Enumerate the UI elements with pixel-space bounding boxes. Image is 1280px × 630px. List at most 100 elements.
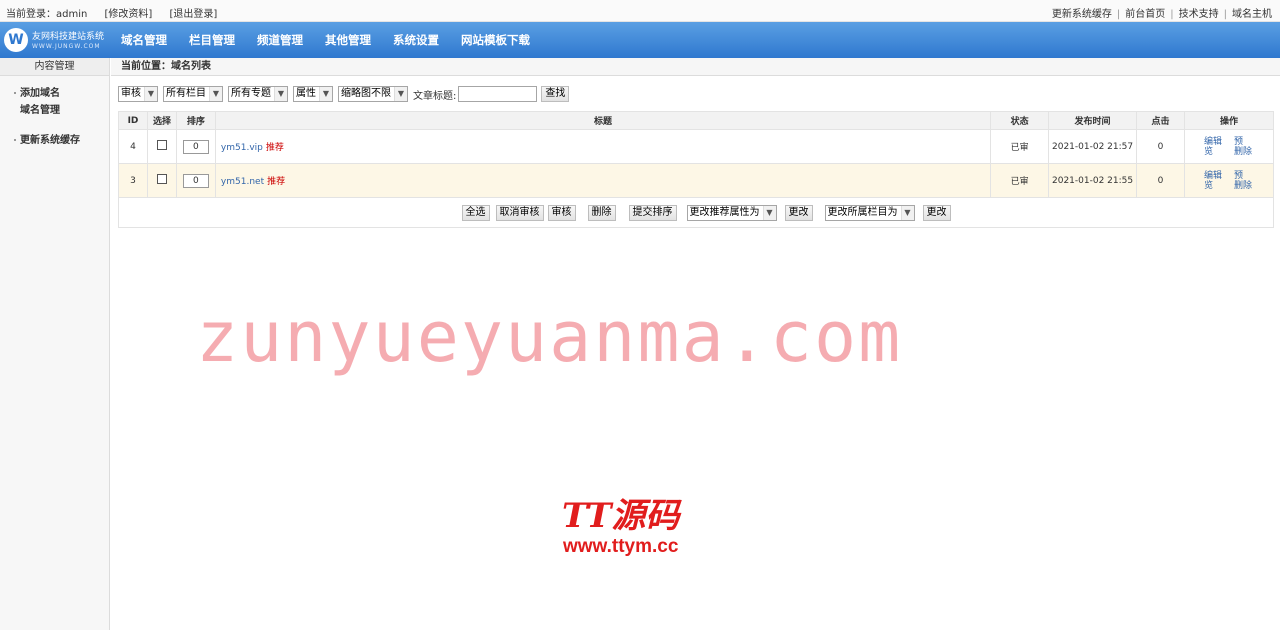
- change-column-select[interactable]: 更改所属栏目为 ▼: [824, 204, 915, 221]
- logo[interactable]: W 友网科技建站系统 WWW.JUNGW.COM: [4, 26, 108, 54]
- submit-order-button[interactable]: 提交排序: [628, 204, 677, 221]
- bullet-icon: [14, 92, 16, 94]
- tech-support-link[interactable]: 技术支持: [1179, 9, 1219, 20]
- column-header-status: 状态: [990, 111, 1050, 130]
- sidebar-item-add-domain[interactable]: 添加域名: [0, 87, 109, 106]
- row-checkbox[interactable]: [156, 140, 167, 150]
- title-search-input[interactable]: [458, 86, 538, 102]
- row-status: 已审: [990, 129, 1050, 164]
- domain-host-link[interactable]: 域名主机: [1232, 9, 1272, 20]
- row-actions-cell: 编辑 预 览 删除: [1183, 163, 1275, 198]
- delete-link[interactable]: 删除: [1234, 147, 1254, 157]
- change-attribute-button[interactable]: 更改: [784, 204, 813, 221]
- table-row: 3 0 ym51.net 推荐 已审 2021-01-02 21:55 0 编辑 …: [118, 163, 1275, 198]
- row-clicks: 0: [1136, 129, 1185, 164]
- delete-link[interactable]: 删除: [1234, 181, 1254, 191]
- watermark-url: www.ttym.cc: [562, 536, 679, 557]
- chevron-down-icon: ▼: [319, 87, 332, 101]
- separator: |: [1223, 9, 1227, 20]
- bullet-icon: [14, 139, 16, 141]
- nav-template-download[interactable]: 网站模板下载: [450, 22, 541, 58]
- row-title-cell: ym51.net 推荐: [214, 163, 992, 198]
- login-status: 当前登录：admin: [6, 9, 88, 20]
- topic-filter-select[interactable]: 所有专题 ▼: [228, 86, 288, 102]
- attribute-filter-select[interactable]: 属性 ▼: [293, 86, 333, 102]
- bulk-actions-cell: 全选 取消审核 审核 删除 提交排序 更改推荐属性为 ▼ 更改 更改所属栏目为 ▼ …: [118, 197, 1274, 228]
- row-title-cell: ym51.vip 推荐: [214, 129, 992, 164]
- search-button[interactable]: 查找: [541, 86, 570, 102]
- chevron-down-icon: ▼: [394, 87, 407, 101]
- column-header-time: 发布时间: [1048, 111, 1138, 130]
- edit-profile-link[interactable]: [修改资料]: [105, 9, 153, 20]
- chevron-down-icon: ▼: [274, 87, 287, 101]
- frontend-home-link[interactable]: 前台首页: [1125, 9, 1165, 20]
- edit-link[interactable]: 编辑: [1204, 171, 1234, 181]
- change-attribute-select[interactable]: 更改推荐属性为 ▼: [686, 204, 777, 221]
- row-id: 3: [118, 163, 148, 198]
- row-publish-time: 2021-01-02 21:57: [1048, 129, 1138, 164]
- breadcrumb: 当前位置：域名列表: [111, 58, 1280, 76]
- logo-name: 友网科技建站系统: [32, 32, 105, 42]
- main-nav: 域名管理 栏目管理 频道管理 其他管理 系统设置 网站模板下载: [110, 22, 541, 58]
- row-checkbox[interactable]: [156, 174, 167, 184]
- top-bar: 当前登录：admin [修改资料] [退出登录] 更新系统缓存 | 前台首页 | 技术支…: [0, 0, 1280, 22]
- watermark-logo: TT源码 www.ttym.cc: [562, 496, 679, 558]
- recommend-tag: 推荐: [265, 143, 284, 153]
- bulk-actions-row: 全选 取消审核 审核 删除 提交排序 更改推荐属性为 ▼ 更改 更改所属栏目为 ▼ …: [118, 197, 1274, 228]
- row-actions-cell: 编辑 预 览 删除: [1183, 129, 1275, 164]
- order-input[interactable]: 0: [182, 139, 209, 154]
- watermark-brand: TT源码: [562, 496, 680, 536]
- sidebar: 内容管理 添加域名 域名管理 更新系统缓存: [0, 58, 110, 630]
- column-header-clicks: 点击: [1136, 111, 1185, 130]
- separator: |: [1116, 9, 1121, 20]
- sidebar-title: 内容管理: [0, 58, 109, 76]
- row-order-cell: 0: [175, 129, 216, 164]
- column-filter-select[interactable]: 所有栏目 ▼: [163, 86, 223, 102]
- chevron-down-icon: ▼: [900, 205, 914, 220]
- edit-link[interactable]: 编辑: [1204, 137, 1234, 147]
- row-status: 已审: [990, 163, 1050, 198]
- chevron-down-icon: ▼: [144, 87, 157, 101]
- preview-link[interactable]: 预: [1234, 137, 1254, 147]
- cancel-review-button[interactable]: 取消审核: [495, 204, 544, 221]
- change-column-button[interactable]: 更改: [922, 204, 951, 221]
- row-select-cell: [146, 129, 177, 164]
- row-select-cell: [146, 163, 177, 198]
- preview-link[interactable]: 预: [1234, 171, 1254, 181]
- sidebar-item-domain-management[interactable]: 域名管理: [0, 106, 109, 125]
- logout-link[interactable]: [退出登录]: [170, 9, 218, 20]
- row-clicks: 0: [1136, 163, 1185, 198]
- row-id: 4: [118, 129, 148, 164]
- update-cache-link[interactable]: 更新系统缓存: [1052, 9, 1112, 20]
- chevron-down-icon: ▼: [209, 87, 222, 101]
- nav-channel-management[interactable]: 频道管理: [246, 22, 314, 58]
- sidebar-item-update-cache[interactable]: 更新系统缓存: [0, 134, 109, 148]
- row-title-link[interactable]: ym51.vip: [221, 143, 263, 153]
- nav-system-settings[interactable]: 系统设置: [382, 22, 450, 58]
- column-header-id[interactable]: ID: [118, 111, 148, 130]
- title-filter-label: 文章标题:: [413, 90, 457, 102]
- nav-other-management[interactable]: 其他管理: [314, 22, 382, 58]
- logo-icon: W: [4, 28, 28, 52]
- review-button[interactable]: 审核: [547, 204, 576, 221]
- column-header-select: 选择: [146, 111, 177, 130]
- review-filter-select[interactable]: 审核 ▼: [118, 86, 158, 102]
- column-header-actions: 操作: [1183, 111, 1275, 130]
- preview-link[interactable]: 览: [1204, 147, 1234, 157]
- header-nav-bar: W 友网科技建站系统 WWW.JUNGW.COM 域名管理 栏目管理 频道管理 …: [0, 22, 1280, 58]
- watermark-text: zunyueyuanma.com: [196, 296, 903, 378]
- order-input[interactable]: 0: [182, 173, 209, 188]
- row-title-link[interactable]: ym51.net: [221, 177, 264, 187]
- table-header-row: ID 选择 排序 标题 状态 发布时间 点击 操作: [118, 111, 1275, 130]
- domain-table: ID 选择 排序 标题 状态 发布时间 点击 操作 4 0 ym51.vip 推荐…: [118, 111, 1275, 228]
- delete-button[interactable]: 删除: [587, 204, 616, 221]
- nav-column-management[interactable]: 栏目管理: [178, 22, 246, 58]
- column-header-title: 标题: [214, 111, 992, 130]
- nav-domain-management[interactable]: 域名管理: [110, 22, 178, 58]
- thumbnail-filter-select[interactable]: 缩略图不限 ▼: [338, 86, 408, 102]
- filter-bar: 审核 ▼ 所有栏目 ▼ 所有专题 ▼ 属性 ▼ 缩略图不限 ▼ 文章标题: 查找: [118, 86, 570, 102]
- recommend-tag: 推荐: [267, 177, 286, 187]
- select-all-button[interactable]: 全选: [461, 204, 490, 221]
- separator: |: [1170, 9, 1174, 20]
- preview-link[interactable]: 览: [1204, 181, 1234, 191]
